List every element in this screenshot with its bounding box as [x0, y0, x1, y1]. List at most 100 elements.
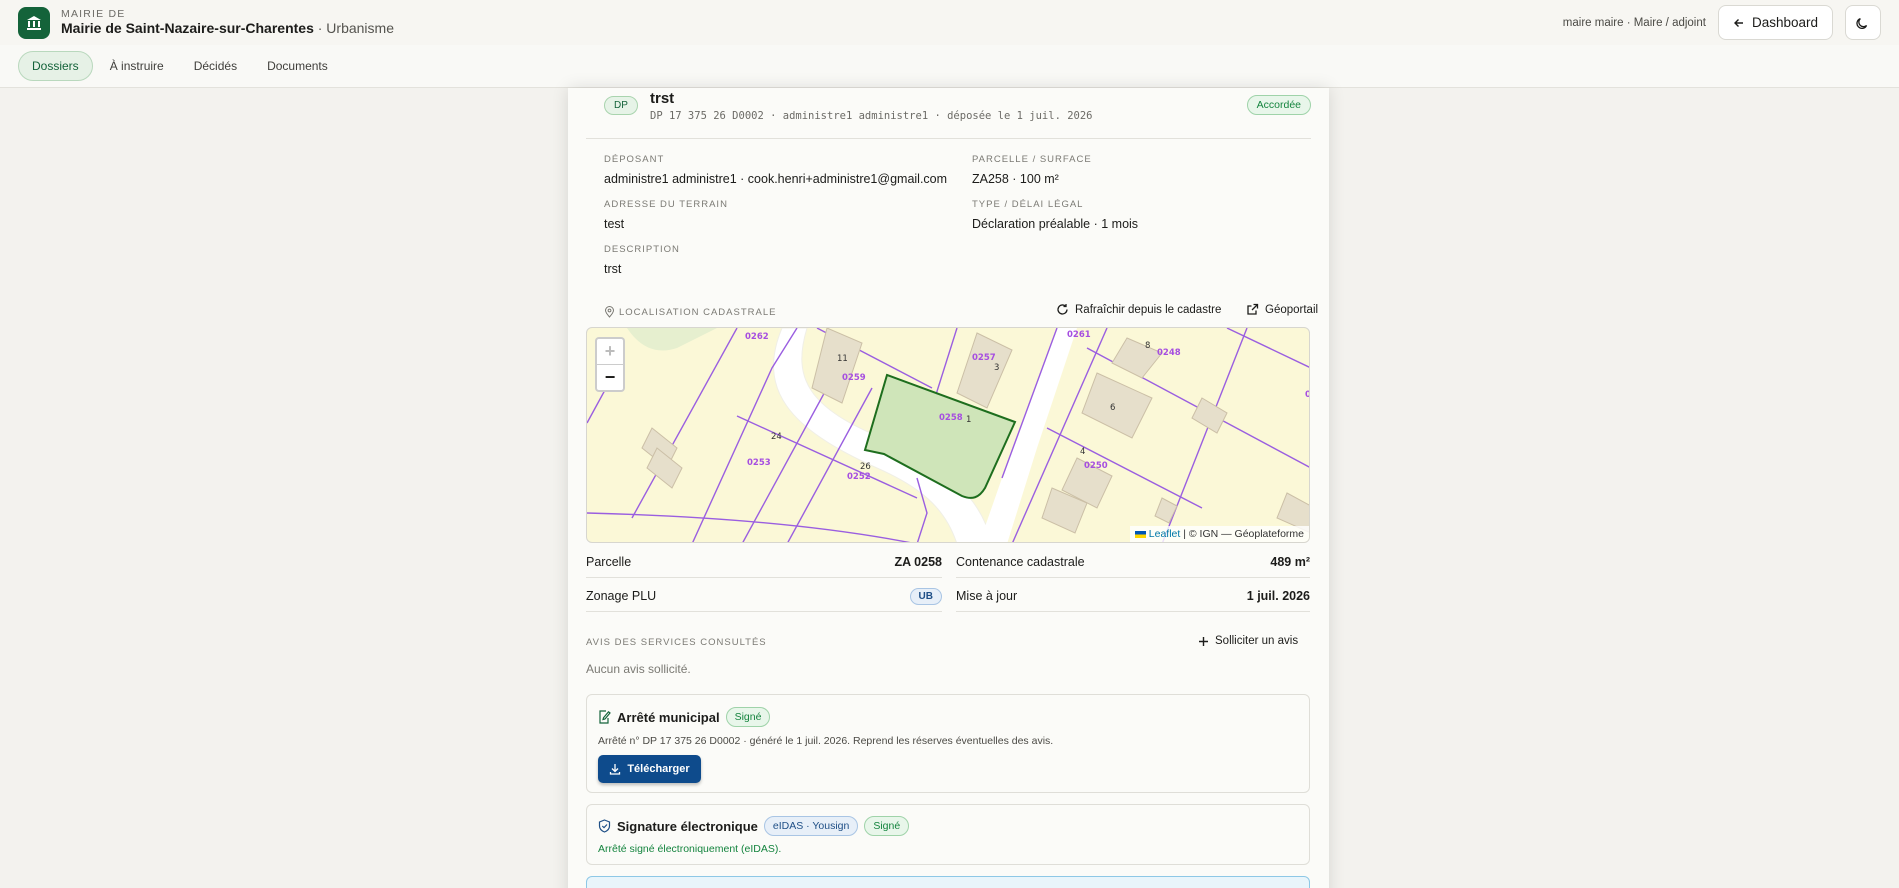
house-number: 1 — [966, 415, 971, 425]
town-hall-icon[interactable] — [18, 6, 50, 39]
map-tiles: 0262 0259 0257 0261 0248 0258 0253 0252 … — [587, 328, 1310, 542]
refresh-cadastre-button[interactable]: Rafraîchir depuis le cadastre — [1056, 303, 1221, 316]
dossier-title: trst — [650, 90, 675, 107]
brand-title: Mairie de Saint-Nazaire-sur-Charentes · … — [61, 20, 394, 36]
green-area — [627, 328, 717, 351]
signature-title: Signature électronique — [617, 818, 758, 834]
tab-documents[interactable]: Documents — [254, 52, 341, 80]
theme-toggle-button[interactable] — [1845, 5, 1881, 40]
contenance-row: Contenance cadastrale 489 m² — [956, 547, 1310, 578]
brand-subtitle: · Urbanisme — [313, 20, 394, 37]
signature-text: Arrêté signé électroniquement (eIDAS). — [598, 843, 782, 855]
signature-status-badge: Signé — [864, 816, 910, 836]
type-value: Déclaration préalable · 1 mois — [972, 217, 1139, 231]
type-field: TYPE / DÉLAI LÉGAL Déclaration préalable… — [972, 199, 1138, 231]
parcelle-value: ZA258 · 100 m² — [972, 172, 1059, 186]
ukraine-flag-icon — [1134, 530, 1146, 538]
description-label: DESCRIPTION — [604, 244, 680, 255]
description-field: DESCRIPTION trst — [604, 244, 680, 276]
parcel-label: 0248 — [1157, 348, 1181, 358]
dossier-meta: DP 17 375 26 D0002 · administre1 adminis… — [650, 110, 1093, 122]
arrete-box: Arrêté municipal Signé Arrêté n° DP 17 3… — [586, 694, 1310, 793]
solliciter-avis-button[interactable]: Solliciter un avis — [1198, 635, 1298, 647]
house-number: 8 — [1145, 341, 1150, 351]
parcel-label: 0259 — [842, 373, 866, 383]
tab-dossiers[interactable]: Dossiers — [18, 51, 93, 81]
house-number: 4 — [1080, 447, 1085, 457]
parcelle-row: Parcelle ZA 0258 — [586, 547, 942, 578]
parcel-label: 0262 — [745, 332, 769, 342]
zoom-in-button[interactable]: + — [597, 339, 623, 365]
maj-row: Mise à jour 1 juil. 2026 — [956, 581, 1310, 612]
parcel-label: 0252 — [847, 472, 871, 482]
zonage-badge: UB — [909, 587, 942, 605]
arrete-title: Arrêté municipal — [617, 709, 720, 725]
deposant-label: DÉPOSANT — [604, 154, 665, 165]
cadastre-map[interactable]: 0262 0259 0257 0261 0248 0258 0253 0252 … — [586, 327, 1310, 543]
file-signature-icon — [599, 710, 611, 724]
commune-name: Mairie de Saint-Nazaire-sur-Charentes — [61, 20, 314, 37]
adresse-label: ADRESSE DU TERRAIN — [604, 199, 728, 210]
localisation-label: LOCALISATION CADASTRALE — [604, 306, 776, 318]
avis-section: AVIS DES SERVICES CONSULTÉS Solliciter u… — [586, 633, 1310, 683]
maj-row-value: 1 juil. 2026 — [1246, 589, 1310, 603]
arrow-left-icon — [1733, 18, 1743, 27]
signature-title-row: Signature électronique eIDAS · Yousign S… — [598, 816, 1298, 836]
parcelle-row-label: Parcelle — [586, 555, 632, 569]
parcelle-field: PARCELLE / SURFACE ZA258 · 100 m² — [972, 154, 1092, 186]
download-icon — [610, 764, 621, 775]
signature-provider-badge: eIDAS · Yousign — [763, 816, 859, 836]
localisation-label-text: LOCALISATION CADASTRALE — [619, 306, 777, 318]
tab-a-instruire[interactable]: À instruire — [97, 52, 177, 80]
arrete-title-row: Arrêté municipal Signé — [598, 707, 1298, 727]
description-value: trst — [604, 262, 622, 276]
map-attribution: Leaflet | © IGN — Géoplateforme — [1129, 526, 1309, 542]
adresse-field: ADRESSE DU TERRAIN test — [604, 199, 728, 231]
arrete-status-badge: Signé — [725, 707, 771, 727]
map-zoom-control: + − — [595, 337, 625, 392]
brand: MAIRIE DE Mairie de Saint-Nazaire-sur-Ch… — [61, 8, 394, 36]
house-number: 24 — [771, 432, 782, 442]
adresse-value: test — [604, 217, 625, 231]
arrete-text: Arrêté n° DP 17 375 26 D0002 · généré le… — [598, 735, 1054, 747]
solliciter-avis-label: Solliciter un avis — [1215, 635, 1299, 647]
house-number: 6 — [1110, 403, 1115, 413]
main-nav: Dossiers À instruire Décidés Documents — [0, 45, 1899, 88]
zoom-out-button[interactable]: − — [597, 365, 623, 390]
external-link-icon — [1247, 303, 1259, 315]
leaflet-link[interactable]: Leaflet — [1149, 528, 1181, 540]
deposant-value: administre1 administre1 · cook.henri+adm… — [604, 172, 948, 186]
attribution-text: | © IGN — Géoplateforme — [1180, 528, 1304, 540]
top-bar: MAIRIE DE Mairie de Saint-Nazaire-sur-Ch… — [0, 0, 1899, 45]
dashboard-button[interactable]: Dashboard — [1717, 5, 1833, 40]
maj-row-label: Mise à jour — [956, 589, 1018, 603]
tab-decides[interactable]: Décidés — [181, 52, 250, 80]
zonage-row: Zonage PLU UB — [586, 581, 942, 612]
contenance-row-label: Contenance cadastrale — [956, 555, 1085, 569]
next-section-box — [586, 876, 1310, 888]
parcel-label: 0257 — [972, 353, 996, 363]
moon-icon — [1856, 17, 1868, 29]
refresh-icon — [1057, 304, 1068, 315]
parcel-label: 0 — [1305, 390, 1310, 400]
signature-box: Signature électronique eIDAS · Yousign S… — [586, 804, 1310, 865]
parcel-label: 0261 — [1067, 330, 1091, 340]
plus-icon — [1199, 636, 1208, 646]
geoportail-button[interactable]: Géoportail — [1246, 303, 1318, 316]
deposant-field: DÉPOSANT administre1 administre1 · cook.… — [604, 154, 947, 186]
status-badge: Accordée — [1246, 95, 1311, 115]
avis-label: AVIS DES SERVICES CONSULTÉS — [586, 637, 767, 648]
dossier-header: DP trst DP 17 375 26 D0002 · administre1… — [586, 88, 1311, 139]
localisation-header: LOCALISATION CADASTRALE Rafraîchir depui… — [586, 299, 1318, 329]
parcel-label: 0258 — [939, 413, 963, 423]
geoportail-label: Géoportail — [1265, 303, 1319, 316]
download-button[interactable]: Télécharger — [598, 755, 701, 783]
parcel-label: 0250 — [1084, 461, 1108, 471]
parcel-label: 0253 — [747, 458, 771, 468]
parcelle-label: PARCELLE / SURFACE — [972, 154, 1092, 165]
contenance-row-value: 489 m² — [1270, 555, 1310, 569]
download-label: Télécharger — [627, 763, 690, 775]
brand-kicker: MAIRIE DE — [61, 8, 126, 21]
avis-empty-text: Aucun avis sollicité. — [586, 662, 691, 676]
dossier-type-badge: DP — [604, 96, 638, 115]
